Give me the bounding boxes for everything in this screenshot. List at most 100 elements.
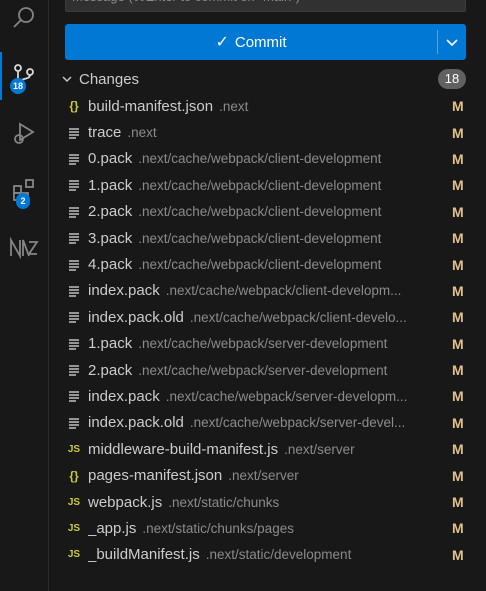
file-path: .next/cache/webpack/client-develo...: [189, 309, 407, 325]
file-row[interactable]: JS _app.js .next/static/chunks/pages M: [49, 515, 486, 541]
text-file-icon: [66, 177, 82, 193]
modified-status-badge: M: [452, 388, 464, 405]
file-row[interactable]: index.pack.old .next/cache/webpack/client…: [49, 304, 486, 330]
modified-status-badge: M: [452, 441, 464, 458]
file-name: 2.pack: [88, 203, 133, 221]
file-row[interactable]: index.pack.old .next/cache/webpack/server…: [49, 410, 486, 436]
file-label: 4.pack .next/cache/webpack/client-develop…: [88, 256, 445, 273]
file-path: .next/static/development: [205, 547, 352, 563]
file-path: .next/cache/webpack/client-development: [138, 230, 382, 246]
modified-status-badge: M: [452, 150, 464, 167]
text-file-icon: [66, 388, 82, 404]
file-row[interactable]: JS _buildManifest.js .next/static/developm…: [49, 542, 486, 568]
activity-bar: 18 2: [0, 0, 49, 591]
text-file-icon: [66, 257, 82, 273]
search-icon[interactable]: [0, 0, 48, 42]
file-path: .next: [219, 98, 249, 114]
file-label: index.pack .next/cache/webpack/server-dev…: [88, 388, 445, 405]
file-name: _app.js: [88, 519, 137, 537]
file-path: .next/static/chunks: [168, 494, 280, 510]
file-label: webpack.js .next/static/chunks: [88, 494, 445, 511]
file-label: 2.pack .next/cache/webpack/server-develop…: [88, 362, 445, 379]
text-file-icon: [66, 309, 82, 325]
file-row[interactable]: 2.pack .next/cache/webpack/client-develop…: [49, 199, 486, 225]
text-file-icon: [66, 362, 82, 378]
commit-message-input[interactable]: Message (⌘Enter to commit on "main"): [65, 0, 466, 12]
file-label: index.pack.old .next/cache/webpack/server…: [88, 414, 445, 431]
text-file-icon: [66, 125, 82, 141]
file-name: 2.pack: [88, 361, 133, 379]
file-name: index.pack: [88, 387, 160, 405]
check-icon: ✓: [215, 34, 229, 51]
javascript-file-icon: JS: [67, 549, 81, 561]
file-row[interactable]: 0.pack .next/cache/webpack/client-develop…: [49, 146, 486, 172]
file-label: 1.pack .next/cache/webpack/client-develop…: [88, 177, 445, 194]
file-row[interactable]: {} build-manifest.json .next M: [49, 93, 486, 119]
file-row[interactable]: JS middleware-build-manifest.js .next/serv…: [49, 436, 486, 462]
file-name: _buildManifest.js: [88, 546, 200, 564]
file-label: pages-manifest.json .next/server: [88, 467, 445, 484]
modified-status-badge: M: [452, 309, 464, 326]
file-label: index.pack .next/cache/webpack/client-dev…: [88, 282, 445, 299]
nx-console-icon[interactable]: [0, 224, 48, 272]
file-name: webpack.js: [88, 493, 163, 511]
extensions-badge: 2: [16, 193, 30, 209]
json-file-icon: {}: [69, 468, 79, 483]
file-row[interactable]: 3.pack .next/cache/webpack/client-develop…: [49, 225, 486, 251]
file-name: middleware-build-manifest.js: [88, 440, 279, 458]
file-path: .next/cache/webpack/client-development: [138, 204, 382, 220]
run-debug-icon[interactable]: [0, 108, 48, 156]
commit-dropdown-button[interactable]: [438, 24, 466, 60]
file-path: .next/cache/webpack/server-developm...: [165, 388, 408, 404]
file-name: index.pack: [88, 282, 160, 300]
modified-status-badge: M: [452, 177, 464, 194]
file-row[interactable]: 4.pack .next/cache/webpack/client-develop…: [49, 251, 486, 277]
file-path: .next/cache/webpack/server-development: [138, 362, 388, 378]
text-file-icon: [66, 230, 82, 246]
file-row[interactable]: JS webpack.js .next/static/chunks M: [49, 489, 486, 515]
file-name: index.pack.old: [88, 308, 184, 326]
text-file-icon: [66, 283, 82, 299]
modified-status-badge: M: [452, 494, 464, 511]
modified-status-badge: M: [452, 467, 464, 484]
file-row[interactable]: 2.pack .next/cache/webpack/server-develop…: [49, 357, 486, 383]
file-path: .next/static/chunks/pages: [142, 520, 294, 536]
chevron-down-icon: [446, 39, 458, 47]
file-label: index.pack.old .next/cache/webpack/client…: [88, 309, 445, 326]
file-row[interactable]: {} pages-manifest.json .next/server M: [49, 462, 486, 488]
file-name: 0.pack: [88, 150, 133, 168]
modified-status-badge: M: [452, 256, 464, 273]
file-path: .next: [127, 125, 157, 141]
file-label: build-manifest.json .next: [88, 98, 445, 115]
javascript-file-icon: JS: [67, 522, 81, 534]
text-file-icon: [66, 204, 82, 220]
file-name: pages-manifest.json: [88, 467, 223, 485]
file-label: middleware-build-manifest.js .next/server: [88, 441, 445, 458]
file-row[interactable]: 1.pack .next/cache/webpack/server-develop…: [49, 331, 486, 357]
modified-status-badge: M: [452, 124, 464, 141]
javascript-file-icon: JS: [67, 443, 81, 455]
commit-main-button[interactable]: ✓ Commit: [65, 24, 437, 60]
modified-status-badge: M: [452, 362, 464, 379]
file-row[interactable]: index.pack .next/cache/webpack/client-dev…: [49, 278, 486, 304]
file-row[interactable]: index.pack .next/cache/webpack/server-dev…: [49, 383, 486, 409]
file-label: 1.pack .next/cache/webpack/server-develop…: [88, 335, 445, 352]
file-label: _buildManifest.js .next/static/developmen…: [88, 546, 445, 563]
commit-button[interactable]: ✓ Commit: [65, 24, 466, 60]
file-name: 4.pack: [88, 256, 133, 274]
file-path: .next/cache/webpack/client-development: [138, 177, 382, 193]
modified-status-badge: M: [452, 546, 464, 563]
file-row[interactable]: trace .next M: [49, 119, 486, 145]
modified-status-badge: M: [452, 230, 464, 247]
file-path: .next/server: [284, 441, 355, 457]
file-row[interactable]: 1.pack .next/cache/webpack/client-develop…: [49, 172, 486, 198]
file-name: build-manifest.json: [88, 97, 214, 115]
file-name: trace: [88, 124, 122, 142]
file-label: 0.pack .next/cache/webpack/client-develop…: [88, 150, 445, 167]
source-control-panel: Message (⌘Enter to commit on "main") ✓ C…: [49, 0, 486, 591]
text-file-icon: [66, 336, 82, 352]
file-name: index.pack.old: [88, 414, 184, 432]
file-path: .next/cache/webpack/server-development: [138, 336, 388, 352]
changes-section-header[interactable]: Changes 18: [49, 68, 486, 90]
source-control-icon[interactable]: [0, 52, 48, 100]
